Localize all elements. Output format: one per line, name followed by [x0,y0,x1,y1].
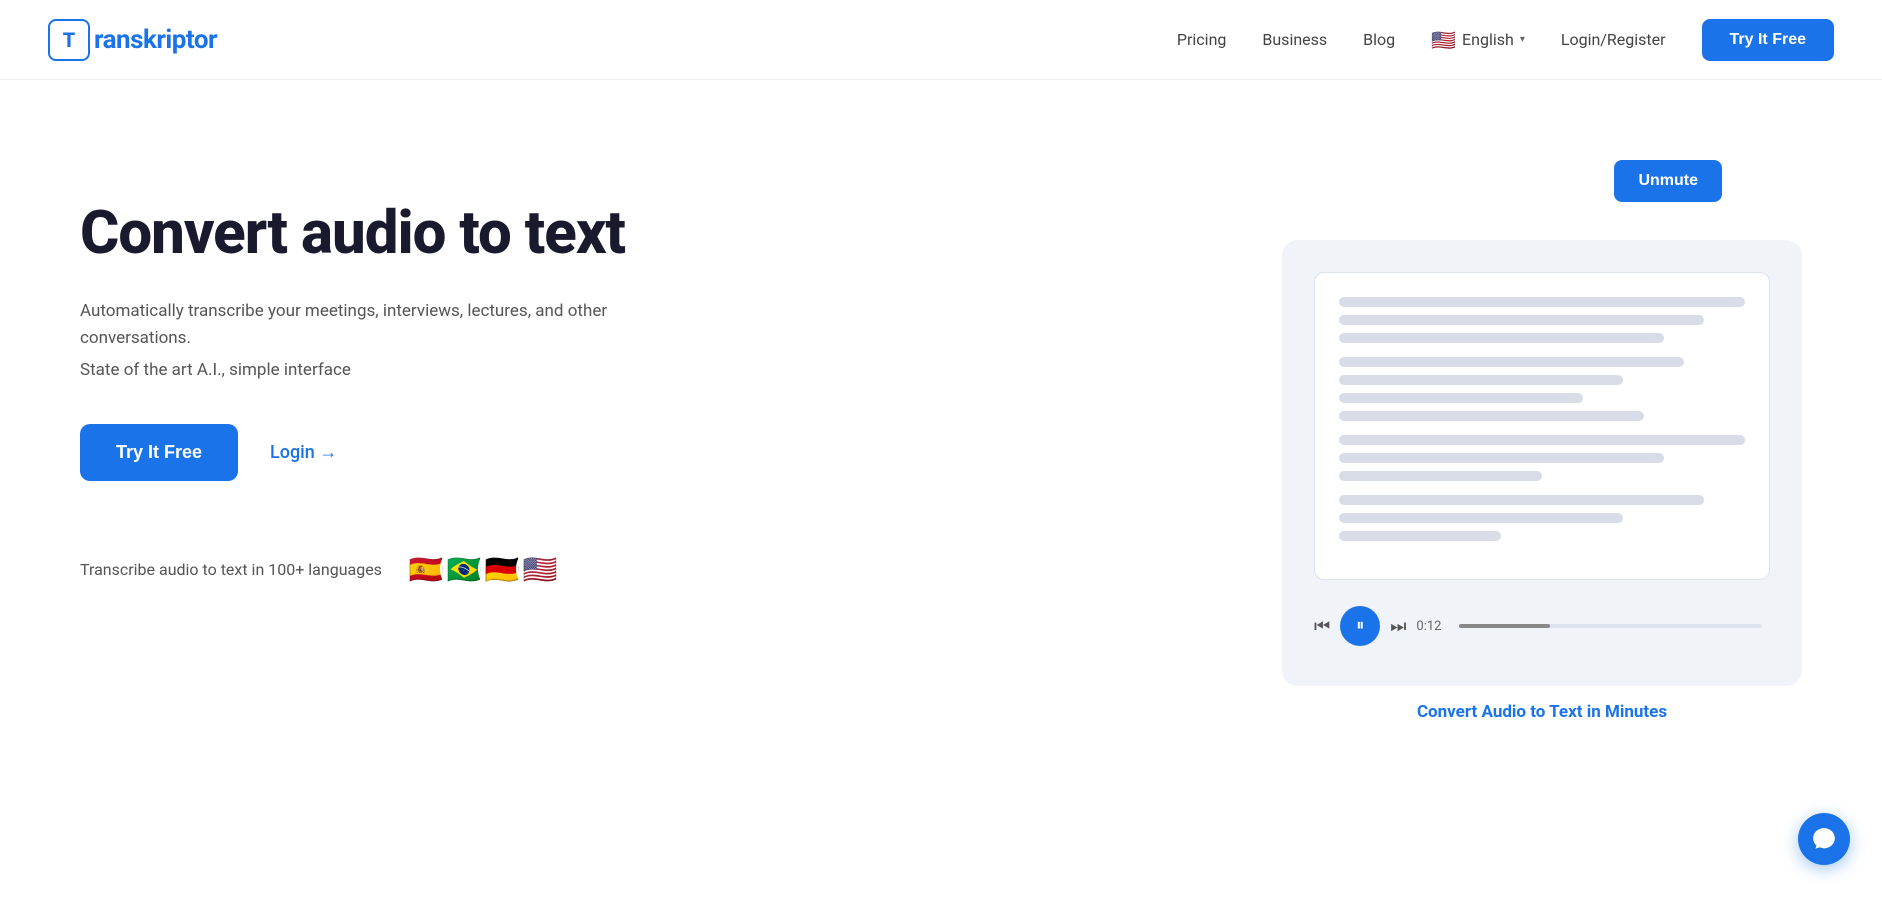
time-display: 0:12 [1416,619,1441,634]
nav-blog[interactable]: Blog [1363,30,1395,49]
skeleton-line [1339,513,1623,523]
transcript-card: ⏮ ⏸ ⏭ 0:12 [1282,240,1802,686]
skeleton-line [1339,435,1745,445]
header: T ranskriptor Pricing Business Blog 🇺🇸 E… [0,0,1882,80]
skeleton-group-4 [1339,495,1745,541]
audio-controls: ⏮ ⏸ ⏭ 0:12 [1314,598,1770,654]
pause-icon: ⏸ [1356,617,1364,635]
hero-tagline: State of the art A.I., simple interface [80,360,700,380]
skeleton-line [1339,453,1664,463]
hero-demo: Unmute [1282,160,1802,722]
rewind-button[interactable]: ⏮ [1314,616,1330,637]
hero-languages: Transcribe audio to text in 100+ languag… [80,545,700,593]
progress-bar[interactable] [1459,624,1762,628]
skeleton-line [1339,333,1664,343]
hero-buttons: Try It Free Login → [80,424,700,481]
skeleton-line [1339,375,1623,385]
fast-forward-button[interactable]: ⏭ [1390,616,1406,637]
nav-business[interactable]: Business [1262,30,1327,49]
hero-lang-text: Transcribe audio to text in 100+ languag… [80,560,382,579]
chat-bubble-button[interactable] [1798,813,1850,865]
skeleton-line [1339,357,1684,367]
language-selector[interactable]: 🇺🇸 English ▾ [1431,28,1525,52]
hero-subtitle: Automatically transcribe your meetings, … [80,298,700,352]
chat-icon [1811,826,1837,852]
hero-section: Convert audio to text Automatically tran… [0,80,1882,897]
main-nav: Pricing Business Blog 🇺🇸 English ▾ Login… [1177,19,1834,61]
unmute-button[interactable]: Unmute [1614,160,1722,202]
logo[interactable]: T ranskriptor [48,19,217,61]
hero-try-free-button[interactable]: Try It Free [80,424,238,481]
skeleton-group-2 [1339,357,1745,421]
skeleton-line [1339,531,1501,541]
nav-pricing[interactable]: Pricing [1177,30,1227,49]
transcript-inner [1314,272,1770,580]
login-register-link[interactable]: Login/Register [1561,30,1666,49]
logo-icon: T [48,19,90,61]
hero-title: Convert audio to text [80,200,700,266]
hero-left: Convert audio to text Automatically tran… [80,160,700,593]
skeleton-line [1339,315,1704,325]
hero-login-link[interactable]: Login → [270,442,337,463]
flags-row: 🇪🇸 🇧🇷 🇩🇪 🇺🇸 [402,545,564,593]
skeleton-line [1339,471,1542,481]
skeleton-line [1339,495,1704,505]
flag-us: 🇺🇸 [516,545,564,593]
progress-fill [1459,624,1550,628]
skeleton-line [1339,411,1644,421]
demo-caption: Convert Audio to Text in Minutes [1282,702,1802,722]
skeleton-line [1339,393,1583,403]
chevron-down-icon: ▾ [1520,34,1525,45]
skeleton-group-1 [1339,297,1745,343]
play-pause-button[interactable]: ⏸ [1340,606,1380,646]
flag-icon: 🇺🇸 [1431,28,1456,52]
skeleton-line [1339,297,1745,307]
language-label: English [1462,30,1514,49]
header-try-free-button[interactable]: Try It Free [1702,19,1834,61]
skeleton-group-3 [1339,435,1745,481]
logo-text: ranskriptor [94,25,217,55]
